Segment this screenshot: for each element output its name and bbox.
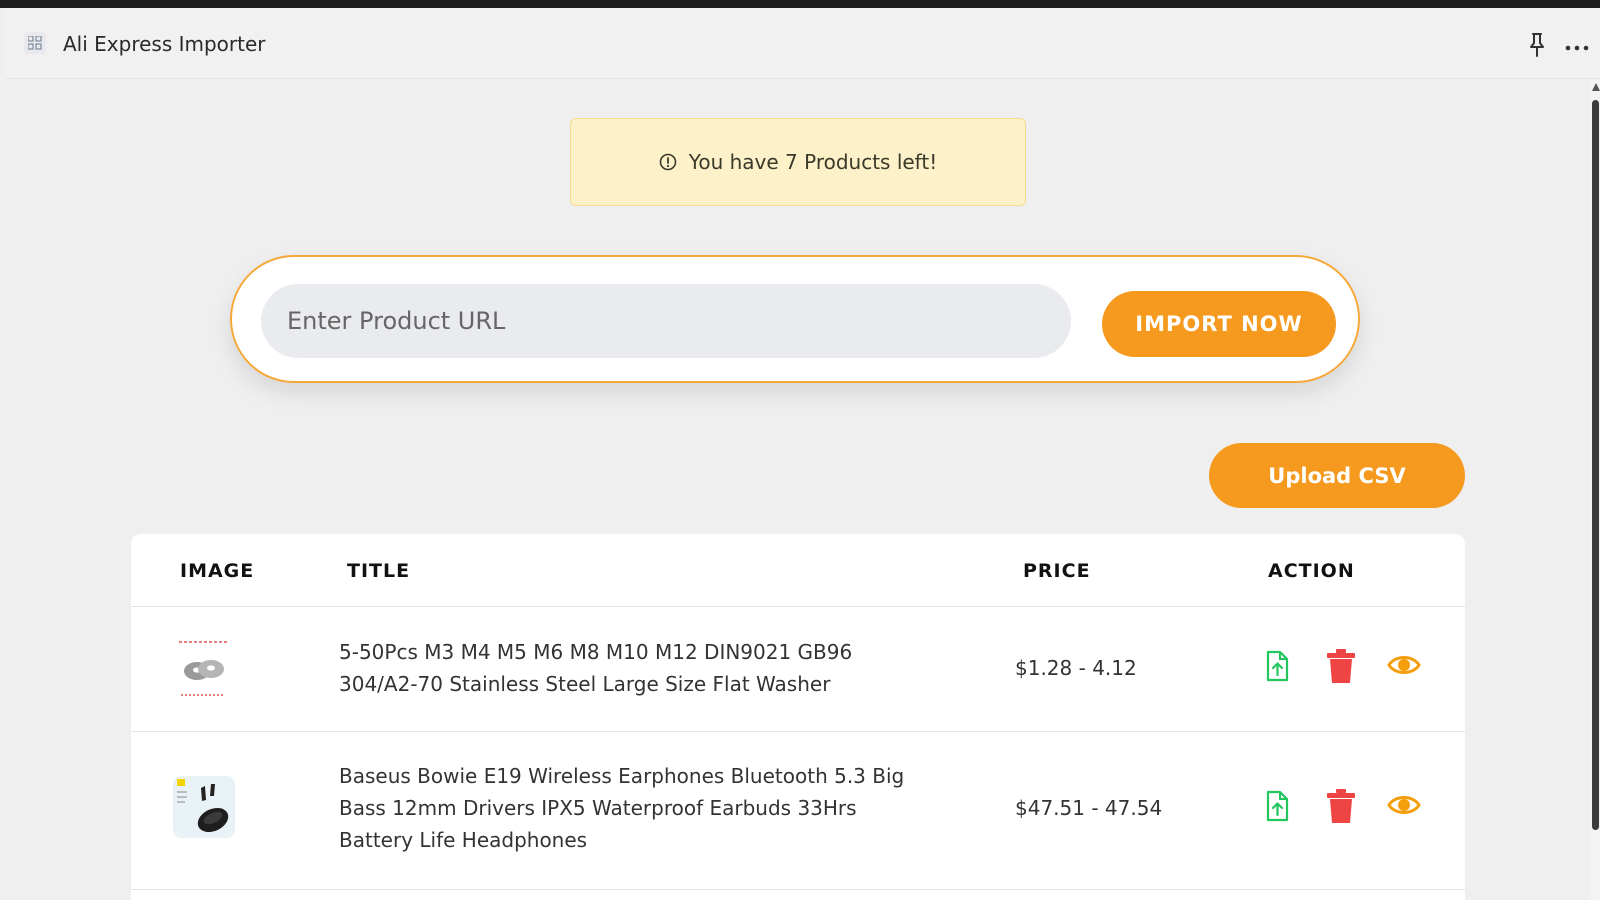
product-title: Baseus Bowie E19 Wireless Earphones Blue… <box>339 764 905 852</box>
product-thumbnail-earphones[interactable] <box>173 776 235 838</box>
eye-icon[interactable] <box>1387 652 1421 678</box>
table-row: 5-50Pcs M3 M4 M5 M6 M8 M10 M12 DIN9021 G… <box>131 607 1465 732</box>
product-price: $47.51 - 47.54 <box>1015 796 1163 820</box>
product-url-input[interactable] <box>261 284 1071 358</box>
import-now-button[interactable]: IMPORT NOW <box>1102 291 1336 357</box>
trash-icon[interactable] <box>1326 648 1356 684</box>
products-left-alert: You have 7 Products left! <box>570 118 1026 206</box>
window-top-bar <box>0 0 1600 8</box>
table-row: Baseus Bowie E19 Wireless Earphones Blue… <box>131 732 1465 890</box>
upload-csv-button[interactable]: Upload CSV <box>1209 443 1465 508</box>
info-circle-icon <box>659 153 677 171</box>
product-thumbnail-washer[interactable] <box>173 637 235 699</box>
column-header-image: IMAGE <box>180 560 255 582</box>
scroll-up-arrow-icon[interactable] <box>1592 83 1600 91</box>
app-grid-icon <box>24 32 46 54</box>
product-price: $1.28 - 4.12 <box>1015 656 1137 680</box>
product-title: 5-50Pcs M3 M4 M5 M6 M8 M10 M12 DIN9021 G… <box>339 640 853 696</box>
pin-icon[interactable] <box>1526 31 1548 59</box>
trash-icon[interactable] <box>1326 788 1356 824</box>
more-icon[interactable] <box>1564 38 1590 51</box>
alert-text: You have 7 Products left! <box>688 150 938 174</box>
column-header-title: TITLE <box>347 560 411 582</box>
column-header-price: PRICE <box>1023 560 1091 582</box>
column-header-action: ACTION <box>1268 560 1355 582</box>
eye-icon[interactable] <box>1387 792 1421 818</box>
import-form: IMPORT NOW <box>230 255 1360 383</box>
file-upload-icon[interactable] <box>1265 650 1289 682</box>
products-table: IMAGE TITLE PRICE ACTION 5-50Pcs M3 M4 M… <box>131 534 1465 900</box>
scrollbar-thumb[interactable] <box>1592 100 1599 830</box>
file-upload-icon[interactable] <box>1265 790 1289 822</box>
app-header: Ali Express Importer <box>6 8 1600 79</box>
app-title: Ali Express Importer <box>63 32 266 56</box>
